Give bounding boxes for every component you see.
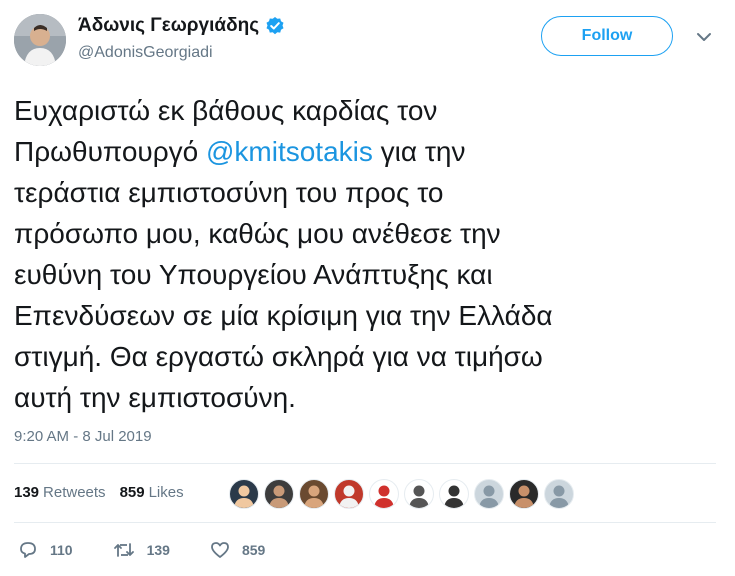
reply-icon — [20, 542, 36, 558]
liker-avatar-9[interactable] — [509, 479, 539, 509]
author-handle[interactable]: @AdonisGeorgiadi — [78, 44, 285, 62]
follow-button[interactable]: Follow — [541, 16, 673, 56]
liker-avatar-1[interactable] — [229, 479, 259, 509]
liker-avatar-3[interactable] — [299, 479, 329, 509]
author-avatar[interactable] — [14, 14, 66, 66]
heart-icon — [211, 542, 229, 558]
divider — [14, 522, 716, 523]
tweet-text-part: για την τεράστια εμπιστοσύνη του προς το… — [14, 136, 553, 413]
likes-count: 859 — [119, 484, 145, 501]
liker-avatar-6[interactable] — [404, 479, 434, 509]
liker-avatar-8[interactable] — [474, 479, 504, 509]
retweets-count: 139 — [14, 484, 40, 501]
retweets-stat[interactable]: 139 Retweets — [14, 484, 106, 501]
liker-avatar-2[interactable] — [264, 479, 294, 509]
tweet-actions: 110 139 859 — [18, 541, 305, 559]
chevron-down-icon[interactable] — [696, 30, 712, 42]
like-count: 859 — [241, 542, 266, 558]
liker-avatar-4[interactable] — [334, 479, 364, 509]
retweet-icon — [113, 543, 134, 557]
reply-count: 110 — [50, 542, 73, 558]
liker-avatar-5[interactable] — [369, 479, 399, 509]
retweet-count: 139 — [146, 542, 170, 558]
tweet-timestamp[interactable]: 9:20 AM - 8 Jul 2019 — [14, 428, 152, 445]
mention-link[interactable]: @kmitsotakis — [206, 136, 373, 167]
reply-button[interactable]: 110 — [18, 541, 73, 559]
likers-avatars — [229, 479, 579, 509]
like-button[interactable]: 859 — [210, 541, 265, 559]
verified-badge-icon — [265, 16, 285, 36]
liker-avatar-10[interactable] — [544, 479, 574, 509]
engagement-stats: 139 Retweets 859 Likes — [14, 484, 198, 501]
divider — [14, 463, 716, 464]
liker-avatar-7[interactable] — [439, 479, 469, 509]
likes-label: Likes — [148, 484, 184, 501]
author-display-name[interactable]: Άδωνις Γεωργιάδης — [78, 15, 259, 37]
likes-stat[interactable]: 859 Likes — [120, 484, 184, 501]
tweet-text: Ευχαριστώ εκ βάθους καρδίας τον Πρωθυπου… — [14, 90, 714, 418]
retweet-button[interactable]: 139 — [113, 541, 170, 559]
retweets-label: Retweets — [43, 484, 106, 501]
